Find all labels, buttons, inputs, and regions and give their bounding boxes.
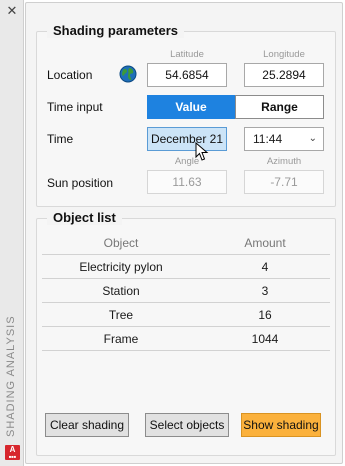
longitude-header: Longitude <box>263 49 305 60</box>
close-icon[interactable]: ✕ <box>5 4 19 18</box>
shading-panel: Shading parameters Latitude Longitude Lo… <box>25 2 343 464</box>
panel-vertical-title: SHADING ANALYSIS <box>5 315 17 437</box>
sun-position-label: Sun position <box>47 176 114 190</box>
globe-icon[interactable] <box>119 65 137 83</box>
object-amount-cell: 16 <box>258 308 272 322</box>
angle-header: Angle <box>174 156 200 167</box>
chevron-down-icon: ⌄ <box>308 133 317 144</box>
table-row[interactable]: Station 3 <box>42 279 330 303</box>
object-name-cell: Electricity pylon <box>79 260 163 274</box>
object-amount-cell: 4 <box>261 260 269 274</box>
azimuth-header: Azimuth <box>266 156 302 167</box>
range-toggle-button[interactable]: Range <box>235 95 324 119</box>
shading-parameters-group: Shading parameters Latitude Longitude Lo… <box>36 23 336 207</box>
location-label: Location <box>47 68 93 82</box>
table-row[interactable]: Tree 16 <box>42 303 330 327</box>
latitude-header: Latitude <box>170 49 204 60</box>
object-amount-cell: 1044 <box>251 332 279 346</box>
object-column-header: Object <box>103 236 139 250</box>
table-row[interactable]: Electricity pylon 4 <box>42 255 330 279</box>
table-row[interactable]: Frame 1044 <box>42 327 330 351</box>
azimuth-output: -7.71 <box>244 170 324 194</box>
date-picker[interactable]: December 21 <box>147 127 227 151</box>
value-toggle-button[interactable]: Value <box>147 95 235 119</box>
time-value: 11:44 <box>253 132 283 146</box>
latitude-input[interactable]: 54.6854 <box>147 63 227 87</box>
angle-output: 11.63 <box>147 170 227 194</box>
app-logo-icon: A ■■■ <box>5 445 20 460</box>
amount-column-header: Amount <box>244 236 286 250</box>
select-objects-button[interactable]: Select objects <box>145 413 229 437</box>
show-shading-button[interactable]: Show shading <box>241 413 321 437</box>
time-input-label: Time input <box>47 100 103 114</box>
object-name-cell: Frame <box>103 332 139 346</box>
object-amount-cell: 3 <box>261 284 269 298</box>
mouse-cursor-icon <box>195 142 209 161</box>
longitude-input[interactable]: 25.2894 <box>244 63 324 87</box>
table-header-row: Object Amount <box>42 231 330 255</box>
object-list-group: Object list Object Amount Electricity py… <box>36 210 336 456</box>
time-select[interactable]: 11:44 ⌄ <box>244 127 324 151</box>
clear-shading-button[interactable]: Clear shading <box>45 413 129 437</box>
object-name-cell: Station <box>102 284 140 298</box>
object-name-cell: Tree <box>108 308 134 322</box>
time-label: Time <box>47 132 74 146</box>
shading-parameters-title: Shading parameters <box>47 23 184 38</box>
side-strip: ✕ SHADING ANALYSIS A ■■■ <box>0 0 24 466</box>
object-list-title: Object list <box>47 210 122 225</box>
